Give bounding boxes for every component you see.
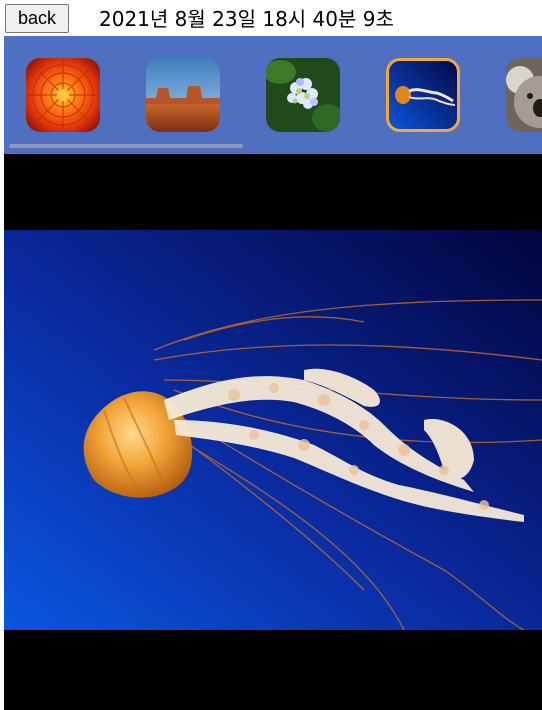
main-photo [4,230,542,630]
thumb-desert[interactable] [146,58,220,132]
thumb-koala[interactable] [506,58,542,132]
koala-photo [506,58,542,132]
top-bar: back 2021년 8월 23일 18시 40분 9초 [0,0,542,36]
desert-mesa-photo [146,58,220,132]
thumbnail-scrollbar[interactable] [9,144,243,148]
datetime-label: 2021년 8월 23일 18시 40분 9초 [99,7,394,31]
thumbnail-strip[interactable] [4,36,542,154]
jellyfish-image [4,230,542,630]
thumb-hydrangeas[interactable] [266,58,340,132]
thumb-jellyfish[interactable] [386,58,460,132]
hydrangea-photo [266,58,340,132]
back-button[interactable]: back [5,4,69,33]
jellyfish-photo [389,61,457,129]
image-viewer [4,154,542,710]
thumb-chrysanthemum[interactable] [26,58,100,132]
orange-flower-photo [26,58,100,132]
gallery-frame [4,36,542,710]
